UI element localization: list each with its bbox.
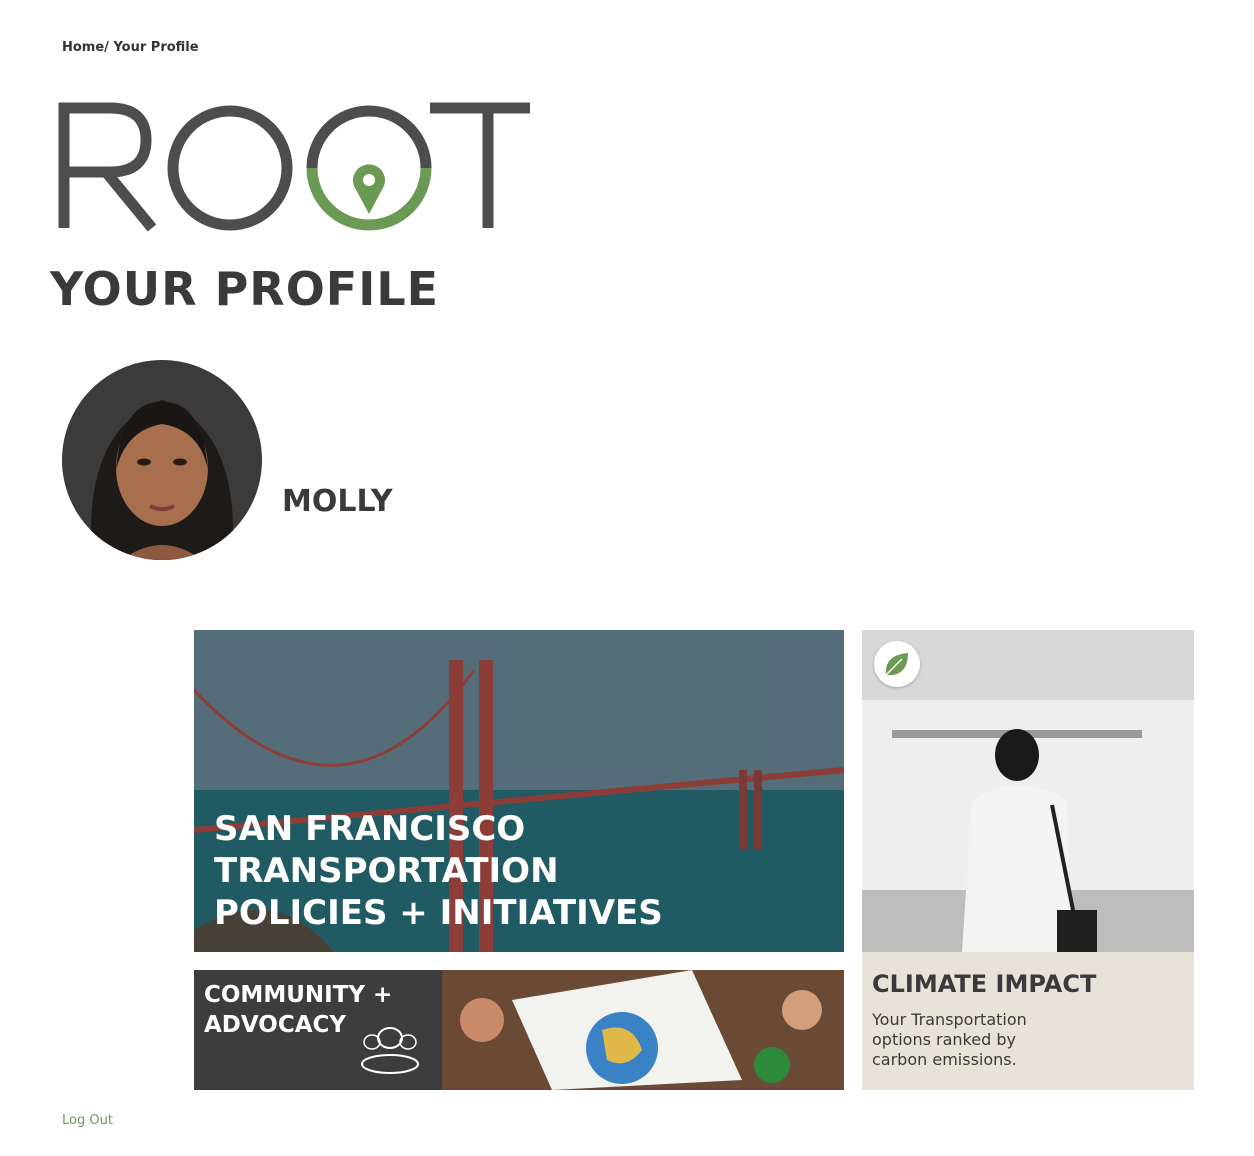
climate-impact-title: CLIMATE IMPACT (872, 970, 1097, 998)
people-icon (361, 1027, 419, 1074)
protest-photo (442, 970, 844, 1090)
leaf-icon (885, 653, 908, 676)
climate-impact-card[interactable]: CLIMATE IMPACT Your Transportation optio… (862, 630, 1194, 1090)
breadcrumb[interactable]: Home/ Your Profile (62, 40, 199, 55)
avatar[interactable] (62, 360, 262, 560)
logout-link[interactable]: Log Out (62, 1113, 113, 1128)
root-logo[interactable] (50, 96, 550, 236)
climate-impact-description: Your Transportation options ranked by ca… (872, 1010, 1027, 1069)
page-title: YOUR PROFILE (50, 262, 440, 316)
sf-policies-card[interactable]: SAN FRANCISCO TRANSPORTATION POLICIES + … (194, 630, 844, 952)
sf-policies-title: SAN FRANCISCO TRANSPORTATION POLICIES + … (214, 809, 663, 933)
profile-photo (62, 360, 262, 560)
leaf-badge (874, 641, 920, 687)
community-advocacy-card[interactable]: COMMUNITY + ADVOCACY (194, 970, 844, 1090)
user-name: MOLLY (282, 484, 393, 519)
